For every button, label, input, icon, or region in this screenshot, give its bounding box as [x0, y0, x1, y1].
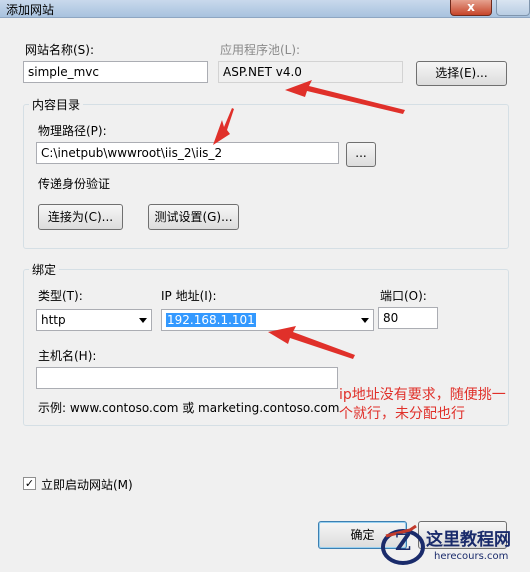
watermark-url: herecours.com: [434, 551, 509, 562]
chevron-down-icon: [139, 318, 147, 323]
annotation-line-2: 个就行，未分配也行: [339, 406, 465, 422]
binding-title: 绑定: [29, 261, 60, 278]
window-control-button[interactable]: [496, 0, 530, 16]
ip-address-value: 192.168.1.101: [166, 313, 256, 327]
port-input[interactable]: 80: [378, 307, 438, 329]
port-label: 端口(O):: [380, 289, 427, 303]
start-now-checkbox[interactable]: ✓: [23, 477, 36, 490]
content-directory-title: 内容目录: [29, 96, 84, 113]
close-icon[interactable]: x: [450, 0, 492, 16]
pass-through-auth-label: 传递身份验证: [38, 177, 111, 191]
type-value: http: [41, 313, 66, 327]
host-name-label: 主机名(H):: [38, 349, 97, 363]
start-now-label: 立即启动网站(M): [41, 478, 133, 492]
window-title: 添加网站: [6, 3, 55, 17]
host-name-input[interactable]: [36, 367, 338, 389]
annotation-line-1: ip地址没有要求，随便挑一: [339, 387, 506, 403]
app-pool-label: 应用程序池(L):: [220, 43, 301, 57]
physical-path-label: 物理路径(P):: [38, 124, 107, 138]
type-label: 类型(T):: [38, 289, 83, 303]
browse-path-button[interactable]: ...: [346, 142, 376, 167]
app-pool-value: ASP.NET v4.0: [218, 61, 403, 83]
title-bar: 添加网站 x: [0, 0, 530, 18]
watermark-title: 这里教程网: [426, 530, 511, 550]
example-text: 示例: www.contoso.com 或 marketing.contoso.…: [38, 401, 340, 415]
type-select[interactable]: http: [36, 309, 152, 331]
watermark-logo-letter: Z: [395, 530, 412, 556]
ip-address-select[interactable]: 192.168.1.101: [161, 309, 374, 331]
watermark: Z 这里教程网 herecours.com: [378, 518, 530, 572]
physical-path-input[interactable]: C:\inetpub\wwwroot\iis_2\iis_2: [36, 142, 339, 164]
ip-address-label: IP 地址(I):: [161, 289, 217, 303]
connect-as-button[interactable]: 连接为(C)...: [38, 204, 123, 230]
site-name-input[interactable]: simple_mvc: [23, 61, 208, 83]
select-pool-button[interactable]: 选择(E)...: [416, 61, 507, 86]
site-name-label: 网站名称(S):: [25, 43, 95, 57]
test-settings-button[interactable]: 测试设置(G)...: [148, 204, 239, 230]
chevron-down-icon: [361, 318, 369, 323]
